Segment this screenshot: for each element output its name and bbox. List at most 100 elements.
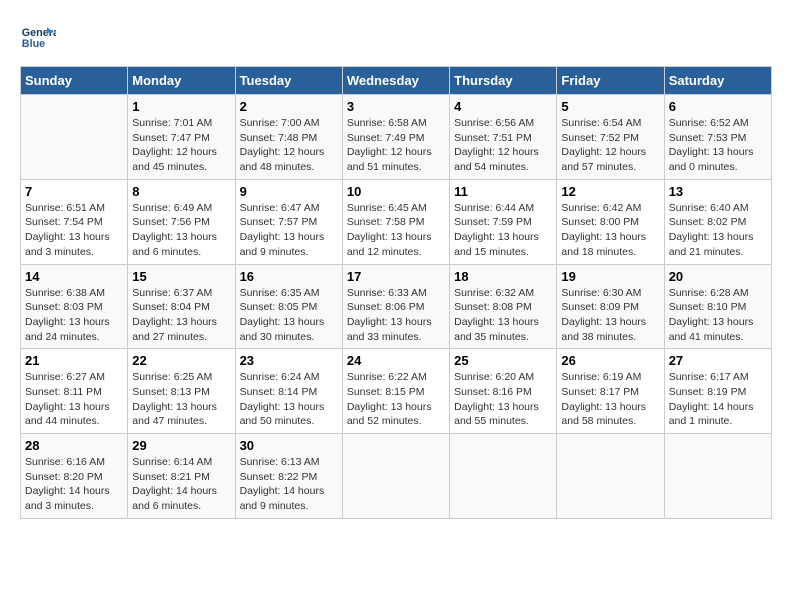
cell-info: Sunrise: 6:51 AMSunset: 7:54 PMDaylight:… [25,201,123,260]
calendar-cell: 4 Sunrise: 6:56 AMSunset: 7:51 PMDaylight… [450,95,557,180]
logo: General Blue [20,20,56,56]
calendar-cell: 1Sunrise: 7:01 AMSunset: 7:47 PMDaylight… [128,95,235,180]
day-header-friday: Friday [557,67,664,95]
cell-info: Sunrise: 6:16 AMSunset: 8:20 PMDaylight:… [25,455,123,514]
header: General Blue [20,20,772,56]
week-row-1: 1Sunrise: 7:01 AMSunset: 7:47 PMDaylight… [21,95,772,180]
calendar-cell: 5 Sunrise: 6:54 AMSunset: 7:52 PMDaylight… [557,95,664,180]
cell-info: Sunrise: 6:42 AMSunset: 8:00 PMDaylight:… [561,201,659,260]
cell-info: Sunrise: 6:20 AMSunset: 8:16 PMDaylight:… [454,370,552,429]
day-number: 20 [669,269,767,284]
day-number: 7 [25,184,123,199]
day-number: 22 [132,353,230,368]
day-number: 25 [454,353,552,368]
calendar-cell: 26 Sunrise: 6:19 AMSunset: 8:17 PMDayligh… [557,349,664,434]
cell-info: Sunrise: 6:58 AMSunset: 7:49 PMDaylight:… [347,116,445,175]
calendar-cell: 30 Sunrise: 6:13 AMSunset: 8:22 PMDayligh… [235,434,342,519]
day-number: 27 [669,353,767,368]
week-row-3: 14 Sunrise: 6:38 AMSunset: 8:03 PMDayligh… [21,264,772,349]
day-header-sunday: Sunday [21,67,128,95]
calendar-cell: 22 Sunrise: 6:25 AMSunset: 8:13 PMDayligh… [128,349,235,434]
day-number: 3 [347,99,445,114]
cell-info: Sunrise: 6:35 AMSunset: 8:05 PMDaylight:… [240,286,338,345]
day-number: 26 [561,353,659,368]
cell-info: Sunrise: 6:14 AMSunset: 8:21 PMDaylight:… [132,455,230,514]
day-header-monday: Monday [128,67,235,95]
day-number: 23 [240,353,338,368]
day-number: 15 [132,269,230,284]
day-number: 24 [347,353,445,368]
cell-info: Sunrise: 6:19 AMSunset: 8:17 PMDaylight:… [561,370,659,429]
day-header-tuesday: Tuesday [235,67,342,95]
calendar-table: SundayMondayTuesdayWednesdayThursdayFrid… [20,66,772,519]
calendar-cell: 9 Sunrise: 6:47 AMSunset: 7:57 PMDaylight… [235,179,342,264]
cell-info: Sunrise: 6:40 AMSunset: 8:02 PMDaylight:… [669,201,767,260]
calendar-cell [21,95,128,180]
cell-info: Sunrise: 6:52 AMSunset: 7:53 PMDaylight:… [669,116,767,175]
day-number: 28 [25,438,123,453]
day-number: 29 [132,438,230,453]
calendar-cell: 8Sunrise: 6:49 AMSunset: 7:56 PMDaylight… [128,179,235,264]
day-number: 21 [25,353,123,368]
calendar-cell: 28 Sunrise: 6:16 AMSunset: 8:20 PMDayligh… [21,434,128,519]
calendar-cell: 7 Sunrise: 6:51 AMSunset: 7:54 PMDaylight… [21,179,128,264]
calendar-cell [664,434,771,519]
day-number: 9 [240,184,338,199]
cell-info: Sunrise: 7:01 AMSunset: 7:47 PMDaylight:… [132,116,230,175]
cell-info: Sunrise: 6:45 AMSunset: 7:58 PMDaylight:… [347,201,445,260]
cell-info: Sunrise: 7:00 AMSunset: 7:48 PMDaylight:… [240,116,338,175]
cell-info: Sunrise: 6:24 AMSunset: 8:14 PMDaylight:… [240,370,338,429]
calendar-cell: 13 Sunrise: 6:40 AMSunset: 8:02 PMDayligh… [664,179,771,264]
calendar-cell: 10 Sunrise: 6:45 AMSunset: 7:58 PMDayligh… [342,179,449,264]
calendar-cell: 24 Sunrise: 6:22 AMSunset: 8:15 PMDayligh… [342,349,449,434]
day-number: 19 [561,269,659,284]
week-row-4: 21 Sunrise: 6:27 AMSunset: 8:11 PMDayligh… [21,349,772,434]
cell-info: Sunrise: 6:38 AMSunset: 8:03 PMDaylight:… [25,286,123,345]
cell-info: Sunrise: 6:37 AMSunset: 8:04 PMDaylight:… [132,286,230,345]
calendar-cell: 3 Sunrise: 6:58 AMSunset: 7:49 PMDaylight… [342,95,449,180]
calendar-cell: 27 Sunrise: 6:17 AMSunset: 8:19 PMDayligh… [664,349,771,434]
day-number: 2 [240,99,338,114]
calendar-cell [557,434,664,519]
calendar-cell: 14 Sunrise: 6:38 AMSunset: 8:03 PMDayligh… [21,264,128,349]
calendar-header: SundayMondayTuesdayWednesdayThursdayFrid… [21,67,772,95]
day-number: 4 [454,99,552,114]
cell-info: Sunrise: 6:17 AMSunset: 8:19 PMDaylight:… [669,370,767,429]
day-number: 6 [669,99,767,114]
cell-info: Sunrise: 6:13 AMSunset: 8:22 PMDaylight:… [240,455,338,514]
calendar-cell: 20 Sunrise: 6:28 AMSunset: 8:10 PMDayligh… [664,264,771,349]
calendar-cell: 21 Sunrise: 6:27 AMSunset: 8:11 PMDayligh… [21,349,128,434]
day-header-saturday: Saturday [664,67,771,95]
day-number: 10 [347,184,445,199]
day-number: 11 [454,184,552,199]
calendar-cell [342,434,449,519]
day-header-wednesday: Wednesday [342,67,449,95]
cell-info: Sunrise: 6:27 AMSunset: 8:11 PMDaylight:… [25,370,123,429]
cell-info: Sunrise: 6:54 AMSunset: 7:52 PMDaylight:… [561,116,659,175]
cell-info: Sunrise: 6:25 AMSunset: 8:13 PMDaylight:… [132,370,230,429]
day-number: 13 [669,184,767,199]
day-header-thursday: Thursday [450,67,557,95]
day-number: 18 [454,269,552,284]
cell-info: Sunrise: 6:28 AMSunset: 8:10 PMDaylight:… [669,286,767,345]
cell-info: Sunrise: 6:56 AMSunset: 7:51 PMDaylight:… [454,116,552,175]
calendar-cell: 12 Sunrise: 6:42 AMSunset: 8:00 PMDayligh… [557,179,664,264]
cell-info: Sunrise: 6:33 AMSunset: 8:06 PMDaylight:… [347,286,445,345]
calendar-cell: 23 Sunrise: 6:24 AMSunset: 8:14 PMDayligh… [235,349,342,434]
calendar-cell: 17Sunrise: 6:33 AMSunset: 8:06 PMDayligh… [342,264,449,349]
svg-text:Blue: Blue [22,38,45,50]
day-number: 30 [240,438,338,453]
calendar-cell: 19Sunrise: 6:30 AMSunset: 8:09 PMDayligh… [557,264,664,349]
calendar-cell: 2 Sunrise: 7:00 AMSunset: 7:48 PMDaylight… [235,95,342,180]
day-number: 12 [561,184,659,199]
cell-info: Sunrise: 6:47 AMSunset: 7:57 PMDaylight:… [240,201,338,260]
cell-info: Sunrise: 6:44 AMSunset: 7:59 PMDaylight:… [454,201,552,260]
cell-info: Sunrise: 6:22 AMSunset: 8:15 PMDaylight:… [347,370,445,429]
day-number: 5 [561,99,659,114]
week-row-5: 28 Sunrise: 6:16 AMSunset: 8:20 PMDayligh… [21,434,772,519]
calendar-body: 1Sunrise: 7:01 AMSunset: 7:47 PMDaylight… [21,95,772,519]
calendar-cell: 25 Sunrise: 6:20 AMSunset: 8:16 PMDayligh… [450,349,557,434]
day-number: 14 [25,269,123,284]
calendar-cell: 6 Sunrise: 6:52 AMSunset: 7:53 PMDaylight… [664,95,771,180]
calendar-cell: 29 Sunrise: 6:14 AMSunset: 8:21 PMDayligh… [128,434,235,519]
